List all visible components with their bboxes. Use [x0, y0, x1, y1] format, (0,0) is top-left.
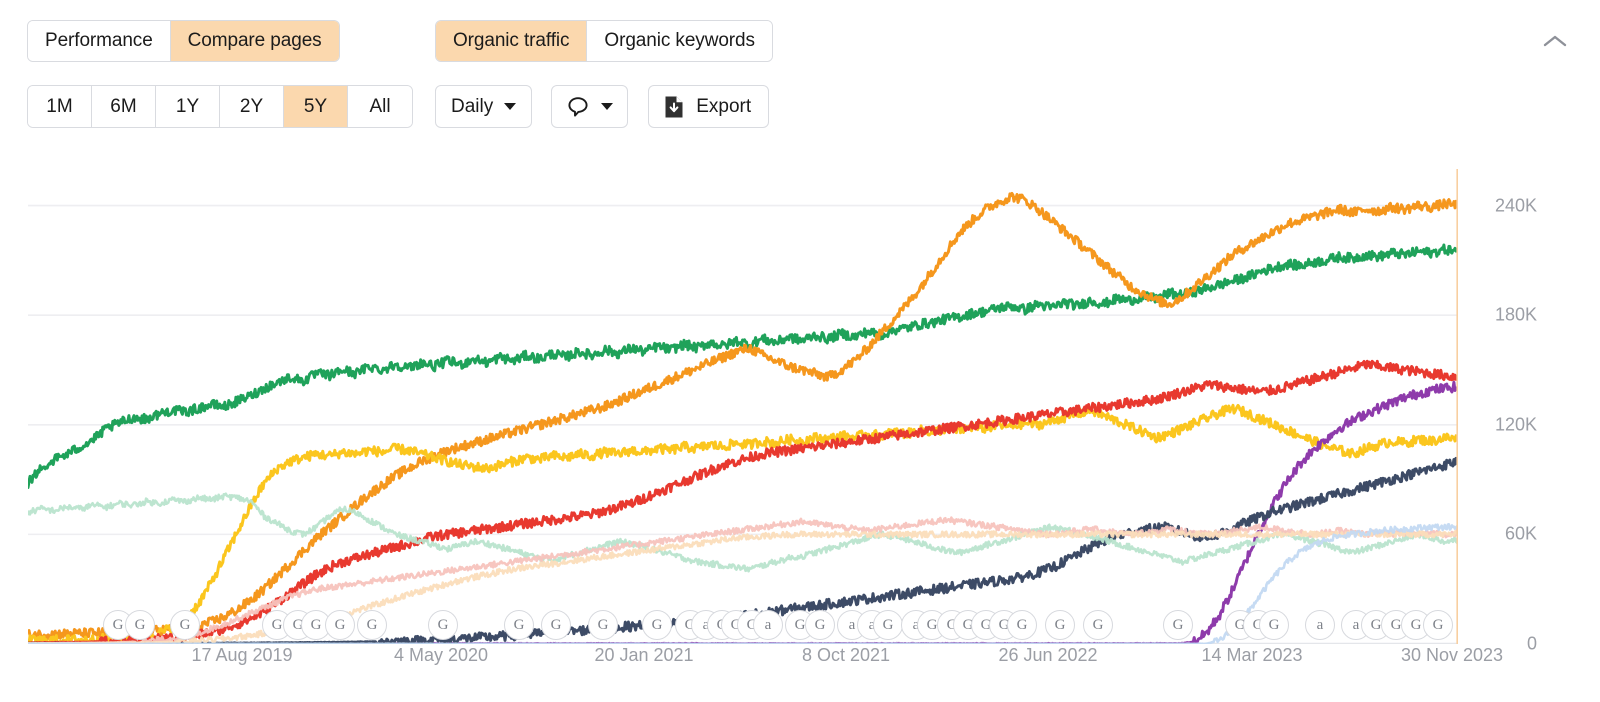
series-line-green	[28, 245, 1458, 488]
granularity-label: Daily	[451, 96, 493, 118]
chevron-down-icon	[504, 103, 516, 110]
panel-header: Performance Compare pages Organic traffi…	[0, 0, 1600, 78]
y-axis-tick-60K: 60K	[1505, 524, 1537, 545]
granularity-dropdown[interactable]: Daily	[435, 85, 532, 128]
y-axis-tick-180K: 180K	[1495, 305, 1537, 326]
chart-event-marker[interactable]: G	[873, 610, 903, 640]
chart-event-marker[interactable]: G	[1259, 610, 1289, 640]
range-1y[interactable]: 1Y	[156, 86, 220, 127]
chart-event-marker[interactable]: G	[504, 610, 534, 640]
range-5y[interactable]: 5Y	[284, 86, 348, 127]
chart-event-marker[interactable]: G	[805, 610, 835, 640]
tab-organic-traffic[interactable]: Organic traffic	[436, 21, 587, 61]
chart-event-markers: GGGGGGGGGGGGGGaGGGaGGaaGaGGGGGGGGGGGGaaG…	[0, 610, 1600, 644]
view-mode-tabs: Performance Compare pages	[27, 20, 340, 62]
range-2y[interactable]: 2Y	[220, 86, 284, 127]
x-axis-tick-6: 30 Nov 2023	[1401, 645, 1503, 666]
y-axis-tick-120K: 120K	[1495, 414, 1537, 435]
chart-toolbar: 1M 6M 1Y 2Y 5Y All Daily Export	[27, 85, 769, 128]
chart-event-marker[interactable]: G	[1045, 610, 1075, 640]
x-axis-tick-3: 8 Oct 2021	[802, 645, 890, 666]
annotations-dropdown[interactable]	[551, 85, 628, 128]
collapse-panel-button[interactable]	[1538, 24, 1572, 58]
traffic-line-chart[interactable]	[28, 169, 1458, 644]
range-6m[interactable]: 6M	[92, 86, 156, 127]
chart-event-marker[interactable]: G	[541, 610, 571, 640]
chart-event-marker[interactable]: G	[125, 610, 155, 640]
export-button[interactable]: Export	[648, 85, 769, 128]
tab-performance[interactable]: Performance	[28, 21, 171, 61]
x-axis-tick-2: 20 Jan 2021	[594, 645, 693, 666]
chart-event-marker[interactable]: G	[1163, 610, 1193, 640]
x-axis-tick-4: 26 Jun 2022	[998, 645, 1097, 666]
chart-event-marker[interactable]: G	[588, 610, 618, 640]
chart-event-marker[interactable]: G	[170, 610, 200, 640]
chart-event-marker[interactable]: G	[642, 610, 672, 640]
chart-event-marker[interactable]: G	[325, 610, 355, 640]
chart-event-marker[interactable]: G	[357, 610, 387, 640]
chart-event-marker[interactable]: G	[1007, 610, 1037, 640]
y-axis-labels: 060K120K180K240K	[1470, 155, 1590, 675]
organic-traffic-chart-panel: Performance Compare pages Organic traffi…	[0, 0, 1600, 702]
y-axis-tick-240K: 240K	[1495, 195, 1537, 216]
range-1m[interactable]: 1M	[28, 86, 92, 127]
file-download-icon	[663, 95, 685, 119]
chevron-down-icon	[601, 103, 613, 110]
metric-tabs: Organic traffic Organic keywords	[435, 20, 773, 62]
speech-bubble-icon	[566, 95, 590, 119]
x-axis-tick-5: 14 Mar 2023	[1201, 645, 1302, 666]
export-label: Export	[696, 96, 751, 118]
chart-event-marker[interactable]: G	[1423, 610, 1453, 640]
chart-event-marker[interactable]: a	[1305, 610, 1335, 640]
chart-event-marker[interactable]: G	[1083, 610, 1113, 640]
x-axis-tick-0: 17 Aug 2019	[191, 645, 292, 666]
chart-container: 060K120K180K240K GGGGGGGGGGGGGGaGGGaGGaa…	[0, 155, 1600, 702]
tab-organic-keywords[interactable]: Organic keywords	[587, 21, 771, 61]
range-all[interactable]: All	[348, 86, 412, 127]
x-axis-labels: 17 Aug 2019 4 May 2020 20 Jan 2021 8 Oct 20…	[0, 645, 1600, 685]
chart-event-marker[interactable]: a	[753, 610, 783, 640]
chart-event-marker[interactable]: G	[428, 610, 458, 640]
tab-compare-pages[interactable]: Compare pages	[171, 21, 339, 61]
chevron-up-icon	[1542, 33, 1568, 49]
x-axis-tick-1: 4 May 2020	[394, 645, 488, 666]
date-range-selector: 1M 6M 1Y 2Y 5Y All	[27, 85, 413, 128]
